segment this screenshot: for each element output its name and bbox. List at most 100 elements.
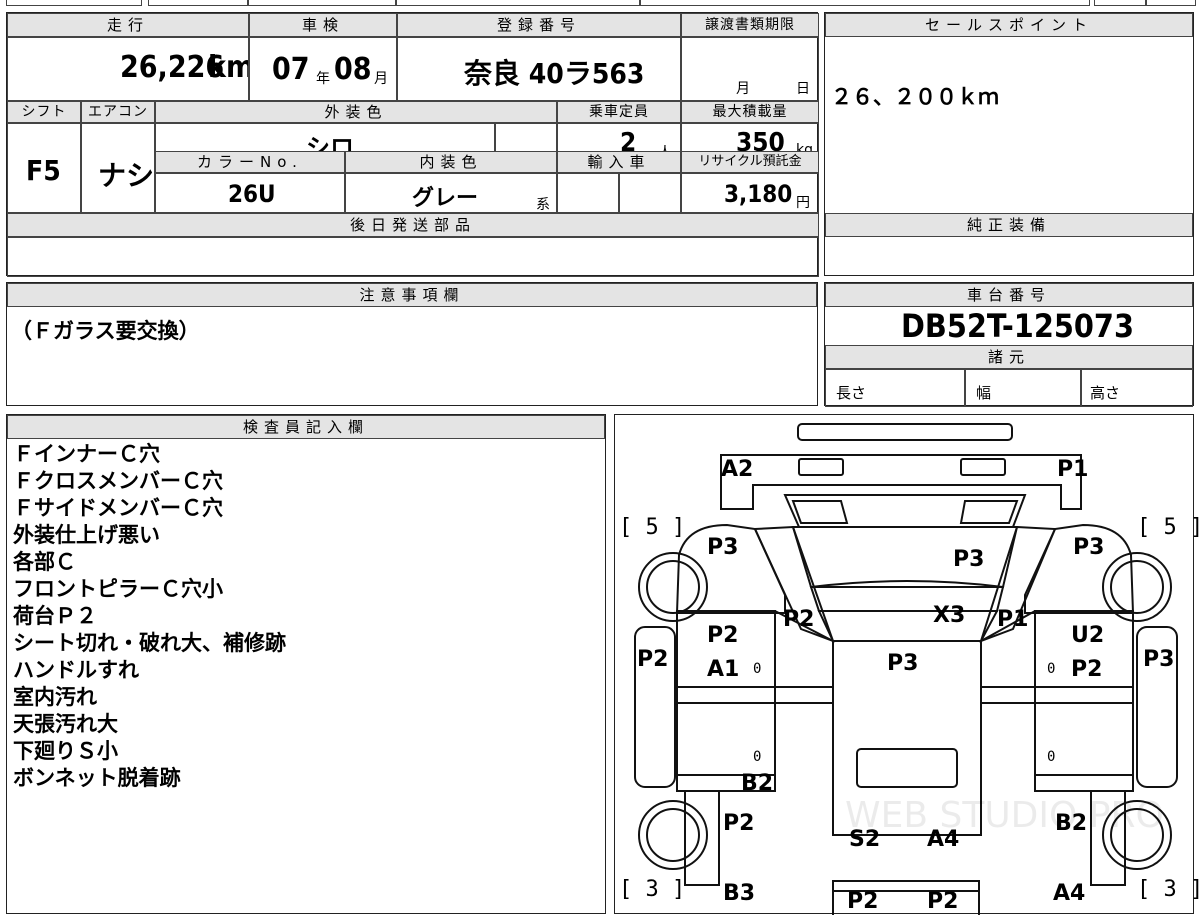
damage-mark-u2: U2 (1071, 623, 1105, 648)
inspector-line: ＦインナーＣ穴 (13, 442, 160, 466)
shift-header: シフト (7, 101, 81, 123)
sales-point-panel: セールスポイント ２６、２００ｋｍ 純正装備 (824, 12, 1194, 276)
spec-length-cell: 長さ (825, 369, 965, 407)
damage-mark-b3: B3 (723, 881, 756, 906)
mileage-unit: km (208, 50, 248, 85)
interior-color-unit: 系 (536, 197, 550, 213)
bracket-rear-left: [ 3 ] (619, 877, 686, 902)
chassis-panel: 車台番号 DB52T-125073 諸元 長さ 幅 高さ (824, 282, 1194, 407)
color-no-cell: 26U (155, 173, 345, 213)
mileage-cell: 26,226 km (7, 37, 249, 101)
damage-mark-p2-bed-1: P2 (847, 889, 879, 914)
ac-cell: ナシ (81, 123, 155, 213)
interior-color-header: 内装色 (345, 151, 557, 173)
mileage-header: 走行 (7, 13, 249, 37)
notes-panel: 注意事項欄 （Ｆガラス要交換） (6, 282, 818, 406)
mark-zero: 0 (753, 749, 762, 765)
inspector-line: 荷台Ｐ２ (13, 604, 97, 628)
inspector-line: 下廻りＳ小 (13, 739, 118, 763)
bracket-front-right: [ 5 ] (1137, 515, 1200, 540)
genuine-equipment-header: 純正装備 (825, 213, 1193, 237)
inspector-line: ＦクロスメンバーＣ穴 (13, 469, 223, 493)
mark-zero: 0 (753, 661, 762, 677)
bracket-rear-right: [ 3 ] (1137, 877, 1200, 902)
notes-text: （Ｆガラス要交換） (11, 319, 200, 343)
inspector-line: フロントピラーＣ穴小 (13, 577, 223, 601)
spec-width-label: 幅 (976, 384, 992, 402)
later-parts-header: 後日発送部品 (7, 213, 819, 237)
ac-header: エアコン (81, 101, 155, 123)
spec-height-cell: 高さ (1081, 369, 1193, 407)
mark-zero: 0 (1047, 661, 1056, 677)
damage-mark-p2-bed-2: P2 (927, 889, 959, 914)
notes-header: 注意事項欄 (7, 283, 817, 307)
damage-mark-p1-right-pillar: P1 (997, 607, 1029, 632)
shaken-year-unit: 年 (316, 71, 330, 87)
damage-mark-p2-left-door: P2 (707, 623, 739, 648)
color-no-value: 26U (228, 180, 276, 208)
inspector-line: 室内汚れ (13, 685, 97, 709)
damage-mark-b2-left: B2 (741, 771, 774, 796)
transfer-month-unit: 月 (736, 81, 750, 97)
spec-width-cell: 幅 (965, 369, 1081, 407)
shaken-month: 08 (334, 52, 372, 87)
damage-mark-p2-left-side: P2 (637, 647, 669, 672)
recycle-value: 3,180 (724, 180, 793, 208)
damage-mark-x3: X3 (933, 603, 966, 628)
import-header: 輸入車 (557, 151, 681, 173)
ac-value: ナシ (98, 159, 155, 192)
damage-mark-p3-front-right: P3 (1073, 535, 1105, 560)
sales-point-header: セールスポイント (825, 13, 1193, 37)
vehicle-info-panel: 走行 車検 登録番号 譲渡書類期限 26,226 km 07 年 08 月 奈良… (6, 12, 819, 277)
mark-zero: 0 (1047, 749, 1056, 765)
damage-mark-p3-front-left: P3 (707, 535, 739, 560)
inspector-header: 検査員記入欄 (7, 415, 605, 439)
spec-length-label: 長さ (836, 384, 867, 402)
registration-cell: 奈良 40ラ563 (397, 37, 681, 101)
inspector-line: シート切れ・破れ大、補修跡 (13, 631, 286, 655)
bracket-front-left: [ 5 ] (619, 515, 686, 540)
damage-mark-p2-left-pillar: P2 (783, 607, 815, 632)
inspector-line: 外装仕上げ悪い (13, 523, 160, 547)
recycle-cell: 3,180 円 (681, 173, 819, 213)
inspector-line: 各部Ｃ (13, 550, 76, 574)
shaken-month-unit: 月 (374, 71, 388, 87)
transfer-day-unit: 日 (796, 81, 810, 97)
inspector-panel: 検査員記入欄 ＦインナーＣ穴 ＦクロスメンバーＣ穴 ＦサイドメンバーＣ穴 外装仕… (6, 414, 606, 914)
damage-mark-a1: A1 (707, 657, 740, 682)
chassis-number: DB52T-125073 (901, 307, 1134, 345)
sales-point-text: ２６、２００ｋｍ (831, 85, 999, 109)
recycle-header: リサイクル預託金 (681, 151, 819, 173)
inspector-line: ボンネット脱着跡 (13, 766, 181, 790)
import-cell-a (557, 173, 619, 213)
color-no-header: カラーNo. (155, 151, 345, 173)
shift-cell: F5 (7, 123, 81, 213)
transfer-deadline-header: 譲渡書類期限 (681, 13, 819, 37)
shaken-year: 07 (272, 52, 310, 87)
exterior-color-header: 外装色 (155, 101, 557, 123)
watermark: WEB STUDIO PRO (845, 795, 1164, 836)
inspector-line: ハンドルすれ (13, 658, 139, 682)
import-cell-b (619, 173, 681, 213)
recycle-unit: 円 (796, 195, 810, 211)
damage-mark-p2-left-rear: P2 (723, 811, 755, 836)
inspector-lines: ＦインナーＣ穴 ＦクロスメンバーＣ穴 ＦサイドメンバーＣ穴 外装仕上げ悪い 各部… (13, 441, 286, 792)
inspector-line: ＦサイドメンバーＣ穴 (13, 496, 223, 520)
damage-diagram-panel: 0 0 0 0 [ 5 ] [ 5 ] [ 3 ] [ 3 ] A2 P1 P3… (614, 414, 1200, 915)
registration-value: 奈良 40ラ563 (464, 57, 645, 90)
shaken-cell: 07 年 08 月 (249, 37, 397, 101)
spec-height-label: 高さ (1090, 384, 1121, 402)
shaken-header: 車検 (249, 13, 397, 37)
damage-mark-p3-hood: P3 (953, 547, 985, 572)
later-parts-cell (7, 237, 819, 277)
inspector-line: 天張汚れ大 (13, 712, 118, 736)
transfer-cell: 月 日 (681, 37, 819, 101)
damage-mark-a4-right: A4 (1053, 881, 1086, 906)
damage-mark-p2-right-door: P2 (1071, 657, 1103, 682)
damage-mark-p1-top: P1 (1057, 457, 1089, 482)
specs-header: 諸元 (825, 345, 1193, 369)
interior-color-cell: グレー 系 (345, 173, 557, 213)
damage-mark-p3-roof: P3 (887, 651, 919, 676)
damage-mark-p3-right-side: P3 (1143, 647, 1175, 672)
interior-color-value: グレー (412, 186, 479, 211)
